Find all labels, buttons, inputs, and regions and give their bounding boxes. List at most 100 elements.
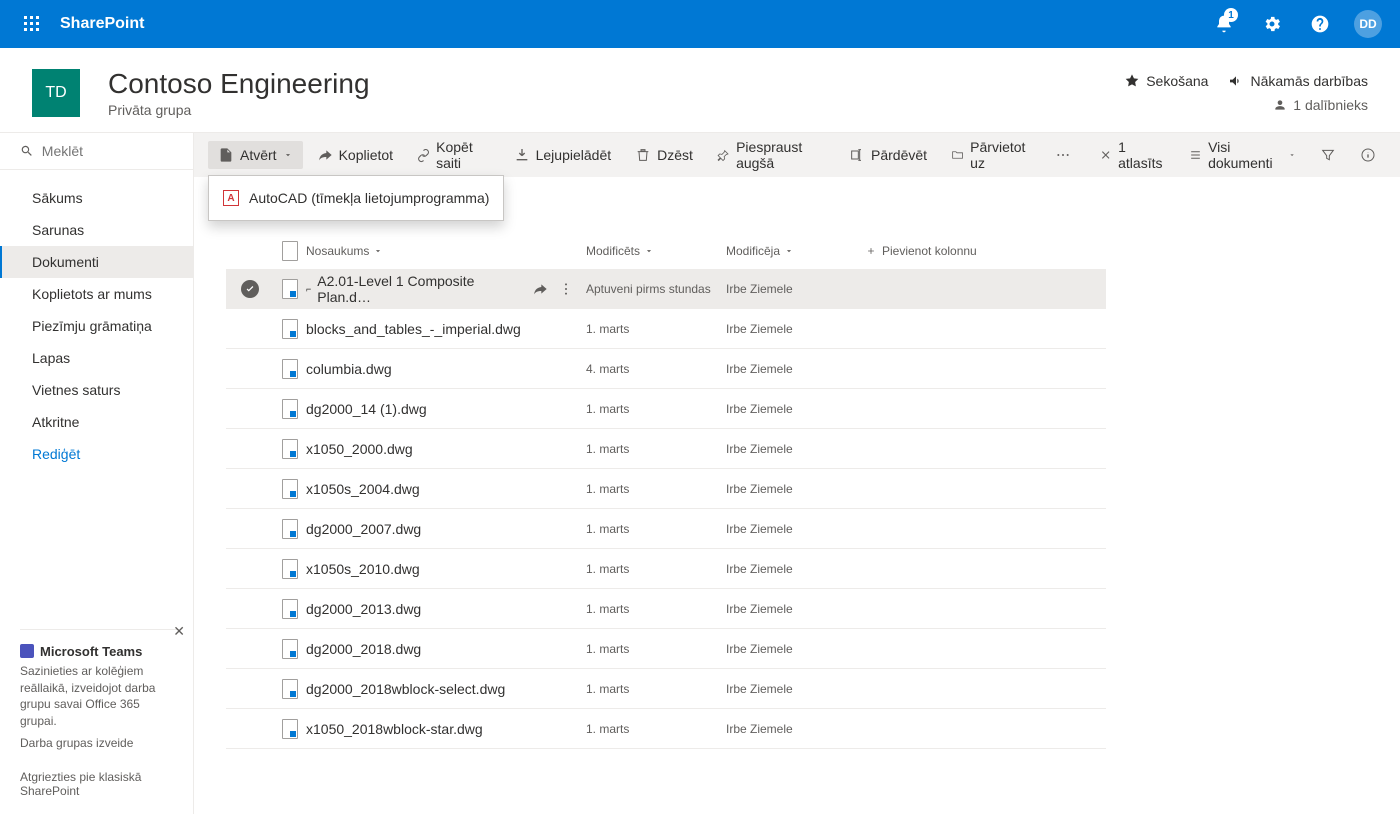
table-row[interactable]: x1050s_2004.dwg1. martsIrbe Ziemele	[226, 469, 1106, 509]
notifications-icon[interactable]: 1	[1200, 0, 1248, 48]
share-icon[interactable]	[532, 281, 548, 297]
teams-logo-icon	[20, 644, 34, 658]
table-row[interactable]: x1050_2018wblock-star.dwg1. martsIrbe Zi…	[226, 709, 1106, 749]
notification-badge: 1	[1224, 8, 1238, 22]
nav-item-6[interactable]: Vietnes saturs	[0, 374, 193, 406]
download-button[interactable]: Lejupielādēt	[504, 141, 622, 169]
file-name[interactable]: x1050_2018wblock-star.dwg	[306, 721, 483, 737]
teams-title: Microsoft Teams	[20, 644, 177, 659]
filter-button[interactable]	[1310, 141, 1346, 169]
checkmark-icon[interactable]	[241, 280, 259, 298]
user-avatar[interactable]: DD	[1354, 10, 1382, 38]
view-selector[interactable]: Visi dokumenti	[1179, 133, 1306, 177]
modified-by[interactable]: Irbe Ziemele	[726, 602, 866, 616]
share-button[interactable]: Koplietot	[307, 141, 403, 169]
file-name[interactable]: dg2000_14 (1).dwg	[306, 401, 427, 417]
file-name[interactable]: x1050_2000.dwg	[306, 441, 413, 457]
modified-by[interactable]: Irbe Ziemele	[726, 522, 866, 536]
column-header-modified-by[interactable]: Modificēja	[726, 244, 866, 258]
modified-by[interactable]: Irbe Ziemele	[726, 322, 866, 336]
modified-by[interactable]: Irbe Ziemele	[726, 362, 866, 376]
follow-button[interactable]: Sekošana	[1124, 73, 1208, 89]
nav-item-8[interactable]: Rediģēt	[0, 438, 193, 470]
site-title[interactable]: Contoso Engineering	[108, 68, 370, 100]
teams-create-link[interactable]: Darba grupas izveide	[20, 736, 177, 750]
file-name[interactable]: x1050s_2010.dwg	[306, 561, 420, 577]
add-column-button[interactable]: Pievienot kolonnu	[866, 244, 1106, 258]
modified-date: 1. marts	[586, 402, 726, 416]
table-row[interactable]: ⌐A2.01-Level 1 Composite Plan.d…Aptuveni…	[226, 269, 1106, 309]
nav-item-5[interactable]: Lapas	[0, 342, 193, 374]
table-row[interactable]: dg2000_14 (1).dwg 1. martsIrbe Ziemele	[226, 389, 1106, 429]
table-row[interactable]: columbia.dwg4. martsIrbe Ziemele	[226, 349, 1106, 389]
file-name[interactable]: columbia.dwg	[306, 361, 392, 377]
column-header-type[interactable]	[274, 241, 306, 261]
teams-description: Sazinieties ar kolēģiem reāllaikā, izvei…	[20, 663, 177, 730]
open-button[interactable]: Atvērt	[208, 141, 303, 169]
modified-by[interactable]: Irbe Ziemele	[726, 402, 866, 416]
help-icon[interactable]	[1296, 0, 1344, 48]
search-box[interactable]	[0, 133, 193, 170]
pin-icon	[717, 147, 730, 163]
table-row[interactable]: dg2000_2018.dwg1. martsIrbe Ziemele	[226, 629, 1106, 669]
delete-button[interactable]: Dzēst	[625, 141, 703, 169]
suite-bar: SharePoint 1 DD	[0, 0, 1400, 48]
file-name[interactable]: dg2000_2013.dwg	[306, 601, 421, 617]
clear-icon	[1099, 147, 1112, 163]
modified-by[interactable]: Irbe Ziemele	[726, 722, 866, 736]
file-name[interactable]: A2.01-Level 1 Composite Plan.d…	[317, 273, 528, 305]
table-row[interactable]: dg2000_2007.dwg1. martsIrbe Ziemele	[226, 509, 1106, 549]
nav-item-4[interactable]: Piezīmju grāmatiņa	[0, 310, 193, 342]
open-autocad-item[interactable]: A AutoCAD (tīmekļa lietojumprogramma)	[209, 182, 503, 214]
settings-icon[interactable]	[1248, 0, 1296, 48]
info-button[interactable]	[1350, 141, 1386, 169]
more-vertical-icon[interactable]	[558, 281, 574, 297]
nav-item-7[interactable]: Atkritne	[0, 406, 193, 438]
move-button[interactable]: Pārvietot uz	[941, 133, 1041, 177]
search-input[interactable]	[42, 143, 177, 159]
download-icon	[514, 147, 530, 163]
table-row[interactable]: blocks_and_tables_-_imperial.dwg1. marts…	[226, 309, 1106, 349]
open-icon	[218, 147, 234, 163]
members-count[interactable]: 1 dalībnieks	[1124, 97, 1368, 113]
modified-by[interactable]: Irbe Ziemele	[726, 642, 866, 656]
rename-button[interactable]: Pārdēvēt	[839, 141, 937, 169]
modified-by[interactable]: Irbe Ziemele	[726, 482, 866, 496]
site-logo[interactable]: TD	[32, 69, 80, 117]
table-row[interactable]: x1050_2000.dwg1. martsIrbe Ziemele	[226, 429, 1106, 469]
trash-icon	[635, 147, 651, 163]
table-row[interactable]: x1050s_2010.dwg1. martsIrbe Ziemele	[226, 549, 1106, 589]
close-icon[interactable]: ✕	[173, 623, 185, 640]
chevron-down-icon	[644, 246, 654, 256]
modified-by[interactable]: Irbe Ziemele	[726, 282, 866, 296]
table-row[interactable]: dg2000_2013.dwg1. martsIrbe Ziemele	[226, 589, 1106, 629]
nav-item-2[interactable]: Dokumenti	[0, 246, 193, 278]
classic-link[interactable]: Atgriezties pie klasiskā SharePoint	[20, 770, 177, 798]
file-name[interactable]: x1050s_2004.dwg	[306, 481, 420, 497]
modified-by[interactable]: Irbe Ziemele	[726, 442, 866, 456]
column-header-modified[interactable]: Modificēts	[586, 244, 726, 258]
file-icon	[282, 719, 298, 739]
more-button[interactable]	[1045, 141, 1081, 169]
file-name[interactable]: blocks_and_tables_-_imperial.dwg	[306, 321, 521, 337]
file-name[interactable]: dg2000_2018.dwg	[306, 641, 421, 657]
nav-item-3[interactable]: Koplietots ar mums	[0, 278, 193, 310]
column-header-name[interactable]: Nosaukums	[306, 244, 586, 258]
file-icon	[282, 439, 298, 459]
modified-by[interactable]: Irbe Ziemele	[726, 562, 866, 576]
next-steps-button[interactable]: Nākamās darbības	[1228, 73, 1368, 89]
nav-item-1[interactable]: Sarunas	[0, 214, 193, 246]
pin-button[interactable]: Piespraust augšā	[707, 133, 835, 177]
file-icon	[282, 519, 298, 539]
table-row[interactable]: dg2000_2018wblock-select.dwg1. martsIrbe…	[226, 669, 1106, 709]
app-name[interactable]: SharePoint	[60, 15, 144, 33]
file-name[interactable]: dg2000_2007.dwg	[306, 521, 421, 537]
modified-by[interactable]: Irbe Ziemele	[726, 682, 866, 696]
copy-link-button[interactable]: Kopēt saiti	[407, 133, 500, 177]
chevron-down-icon	[1288, 150, 1296, 160]
nav-item-0[interactable]: Sākums	[0, 182, 193, 214]
selected-count[interactable]: 1 atlasīts	[1089, 133, 1175, 177]
file-name[interactable]: dg2000_2018wblock-select.dwg	[306, 681, 505, 697]
filter-icon	[1320, 147, 1336, 163]
app-launcher-icon[interactable]	[8, 0, 56, 48]
